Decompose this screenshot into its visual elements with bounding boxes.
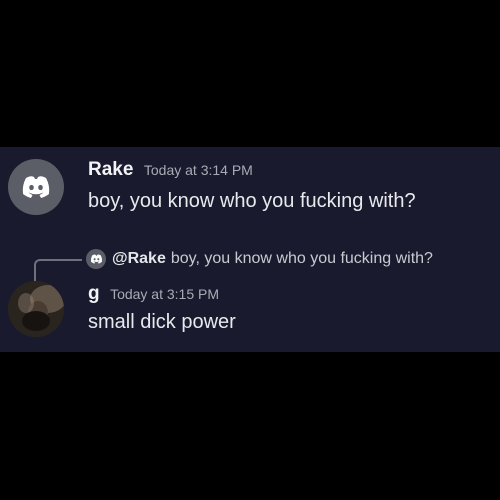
discord-logo-icon xyxy=(90,254,102,264)
avatar[interactable] xyxy=(8,159,64,215)
reply-connector xyxy=(34,259,82,281)
reply-mention[interactable]: @Rake xyxy=(112,250,166,268)
message-text: boy, you know who you fucking with? xyxy=(88,190,416,212)
username[interactable]: Rake xyxy=(88,159,133,180)
message-header: Rake Today at 3:14 PM xyxy=(88,159,253,181)
reply-reference[interactable]: @Rake boy, you know who you fucking with… xyxy=(86,249,433,269)
timestamp: Today at 3:14 PM xyxy=(143,162,253,178)
reply-text[interactable]: boy, you know who you fucking with? xyxy=(171,250,433,268)
timestamp: Today at 3:15 PM xyxy=(110,286,220,302)
discord-logo-icon xyxy=(22,176,50,198)
username[interactable]: g xyxy=(88,283,100,304)
reply-avatar xyxy=(86,249,106,269)
message-header: g Today at 3:15 PM xyxy=(88,283,219,305)
message-text: small dick power xyxy=(88,311,236,333)
chat-panel: Rake Today at 3:14 PM boy, you know who … xyxy=(0,147,500,352)
avatar[interactable] xyxy=(8,281,64,337)
user-photo-icon xyxy=(8,281,64,337)
